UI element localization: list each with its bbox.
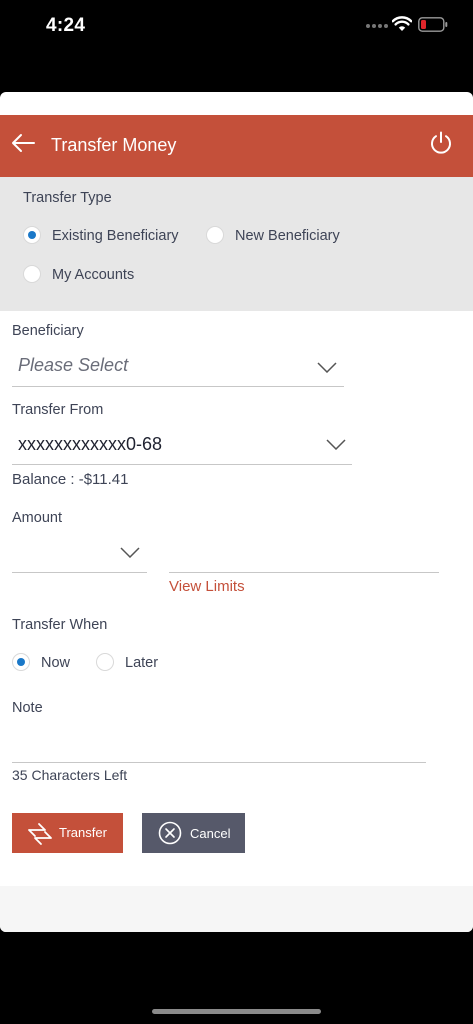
- characters-left-text: 35 Characters Left: [12, 767, 128, 783]
- wifi-icon: [392, 16, 412, 31]
- chevron-down-icon[interactable]: [326, 439, 346, 450]
- balance-text: Balance : -$11.41: [12, 471, 129, 488]
- currency-select[interactable]: [14, 542, 114, 564]
- beneficiary-select[interactable]: Please Select: [18, 355, 128, 376]
- cancel-circle-x-icon: [158, 821, 182, 845]
- later-label[interactable]: Later: [125, 655, 158, 671]
- beneficiary-label: Beneficiary: [12, 323, 84, 339]
- cancel-button-label: Cancel: [190, 826, 231, 841]
- amount-input[interactable]: [170, 542, 438, 564]
- transfer-when-label: Transfer When: [12, 617, 108, 633]
- cancel-button[interactable]: Cancel: [142, 813, 245, 853]
- transfer-button-label: Transfer: [59, 825, 107, 840]
- now-label[interactable]: Now: [41, 655, 70, 671]
- transfer-card: Transfer Money Transfer Type Existing Be…: [0, 92, 473, 932]
- transfer-arrows-icon: [28, 823, 52, 845]
- battery-low-icon: [418, 17, 448, 32]
- status-time: 4:24: [46, 15, 86, 36]
- chevron-down-icon[interactable]: [120, 547, 140, 558]
- radio-my-accounts[interactable]: [23, 265, 41, 283]
- view-limits-link[interactable]: View Limits: [169, 578, 245, 595]
- transfer-from-label: Transfer From: [12, 402, 104, 418]
- radio-new-beneficiary[interactable]: [206, 226, 224, 244]
- my-accounts-label[interactable]: My Accounts: [52, 267, 134, 283]
- transfer-from-select[interactable]: xxxxxxxxxxxx0-68: [18, 434, 162, 455]
- chevron-down-icon[interactable]: [317, 362, 337, 373]
- page-title: Transfer Money: [51, 135, 177, 155]
- note-underline: [12, 762, 426, 763]
- amount-underline: [169, 572, 439, 573]
- transfer-type-section: Transfer Type Existing Beneficiary New B…: [0, 177, 473, 311]
- radio-later[interactable]: [96, 653, 114, 671]
- radio-now[interactable]: [12, 653, 30, 671]
- beneficiary-underline: [12, 386, 344, 387]
- new-beneficiary-label[interactable]: New Beneficiary: [235, 228, 340, 244]
- transfer-type-label: Transfer Type: [23, 190, 112, 206]
- cellular-signal-icon: [366, 24, 388, 30]
- radio-existing-beneficiary[interactable]: [23, 226, 41, 244]
- card-footer: [0, 886, 473, 932]
- back-arrow-icon[interactable]: [10, 132, 36, 154]
- amount-label: Amount: [12, 510, 62, 526]
- home-indicator[interactable]: [152, 1009, 321, 1014]
- logout-power-icon[interactable]: [428, 130, 454, 156]
- transfer-from-underline: [12, 464, 352, 465]
- currency-underline: [12, 572, 147, 573]
- note-input[interactable]: [12, 732, 426, 758]
- transfer-button[interactable]: Transfer: [12, 813, 123, 853]
- existing-beneficiary-label[interactable]: Existing Beneficiary: [52, 228, 179, 244]
- note-label: Note: [12, 700, 43, 716]
- status-bar: 4:24: [0, 0, 473, 50]
- app-header: Transfer Money: [0, 115, 473, 177]
